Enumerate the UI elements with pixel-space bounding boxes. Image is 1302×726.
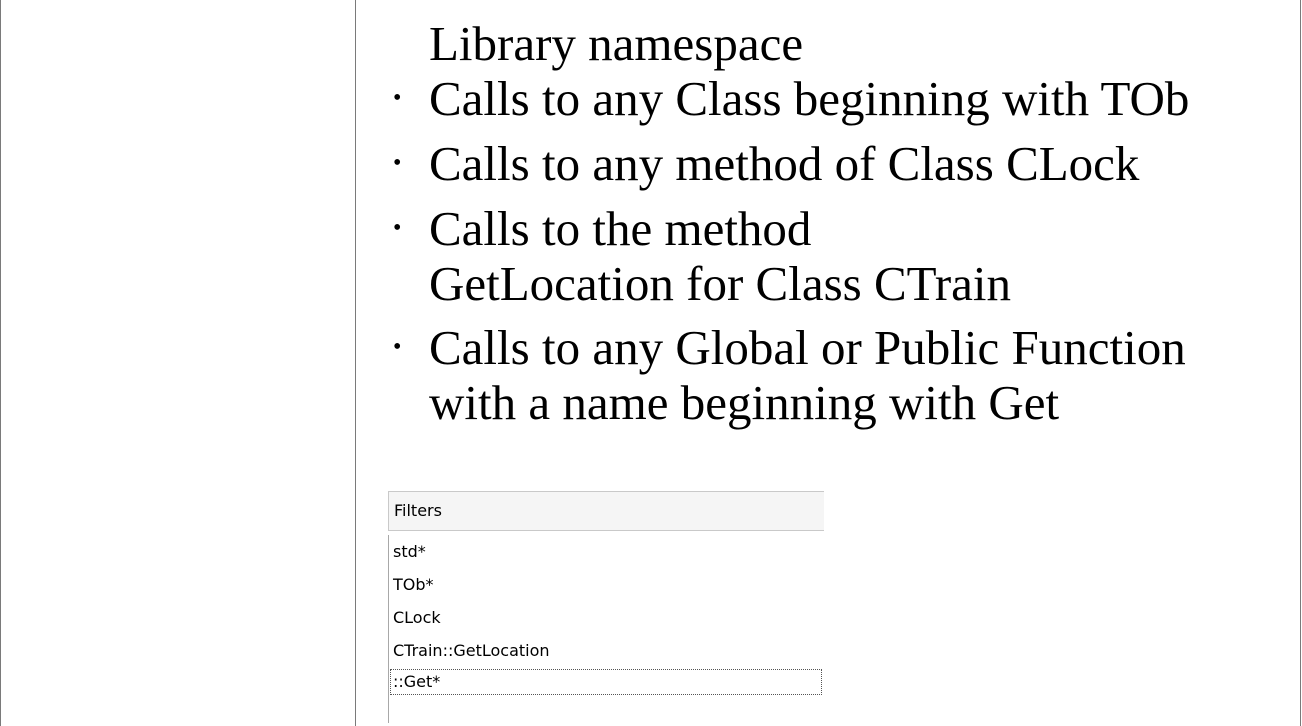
filter-item-focused[interactable]: ::Get* <box>390 669 822 695</box>
list-item: • Calls to the method GetLocation for Cl… <box>393 201 1029 311</box>
bullet-text: Calls to any method of Class CLock <box>429 136 1140 191</box>
list-item: • Calls to any method of Class CLock <box>393 136 1302 191</box>
list-item: • Calls to any Global or Public Function… <box>393 320 1279 430</box>
bullet-dot-icon: • <box>393 150 402 176</box>
table-border-left <box>0 0 1 726</box>
continuation-text: Library namespace <box>429 16 804 71</box>
filter-item[interactable]: CTrain::GetLocation <box>393 638 550 664</box>
list-item: • Calls to any Class beginning with TOb <box>393 71 1302 126</box>
filter-item[interactable]: std* <box>393 539 426 565</box>
filters-panel: Filters std* TOb* CLock CTrain::GetLocat… <box>388 491 824 723</box>
filters-header: Filters <box>388 491 824 531</box>
bullet-text: Calls to any Global or Public Function w… <box>429 320 1186 430</box>
bullet-dot-icon: • <box>393 215 402 241</box>
bullet-dot-icon: • <box>393 334 402 360</box>
bullet-dot-icon: • <box>393 85 402 111</box>
filter-item[interactable]: CLock <box>393 605 441 631</box>
bullet-text: Calls to the method GetLocation for Clas… <box>429 201 1012 311</box>
filter-item[interactable]: TOb* <box>393 572 434 598</box>
bullet-text: Calls to any Class beginning with TOb <box>429 71 1190 126</box>
filters-list[interactable]: std* TOb* CLock CTrain::GetLocation ::Ge… <box>388 535 824 723</box>
